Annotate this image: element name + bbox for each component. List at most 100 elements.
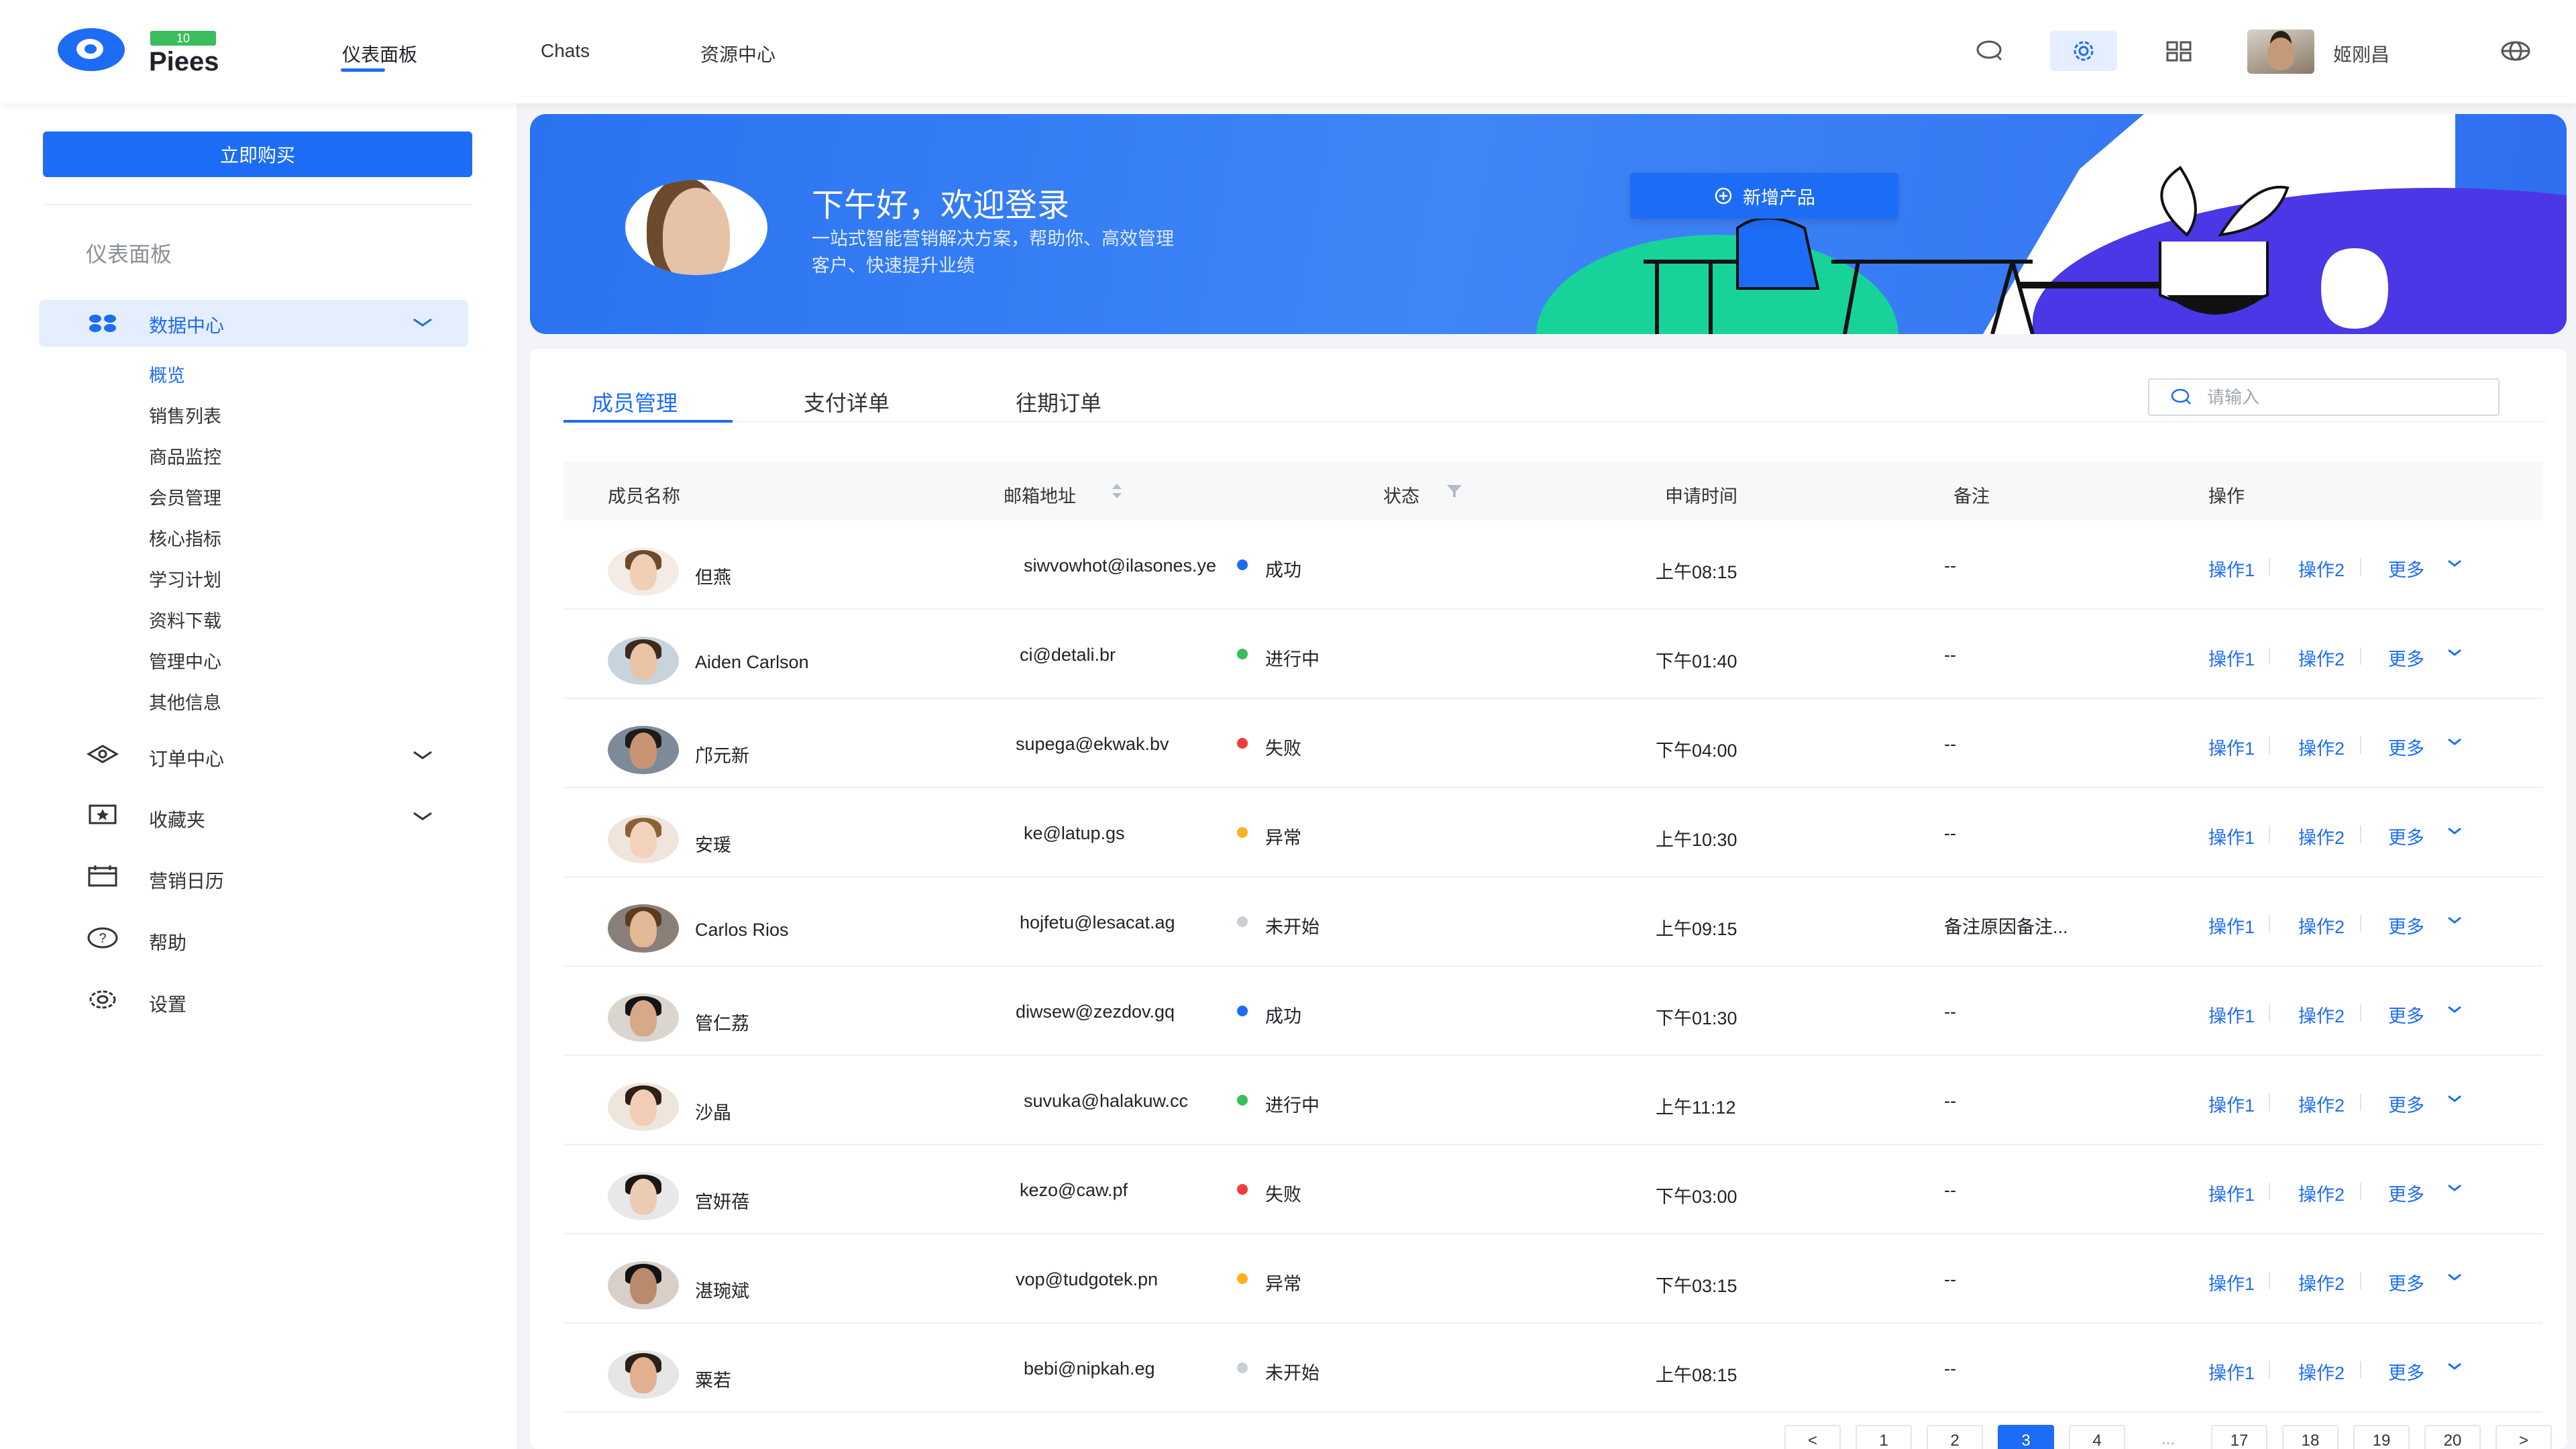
- action-1-link[interactable]: 操作1: [2208, 1358, 2255, 1385]
- chevron-down-icon[interactable]: [409, 745, 436, 765]
- globe-icon[interactable]: [2482, 31, 2549, 71]
- page-button[interactable]: 18: [2282, 1425, 2339, 1449]
- action-2-link[interactable]: 操作2: [2298, 912, 2345, 938]
- page-button[interactable]: 3: [1998, 1425, 2054, 1449]
- action-2-link[interactable]: 操作2: [2298, 1358, 2345, 1385]
- tab-payment-details[interactable]: 支付详单: [804, 386, 890, 417]
- action-1-link[interactable]: 操作1: [2208, 1269, 2255, 1295]
- more-actions-link[interactable]: 更多: [2388, 1002, 2424, 1028]
- table-row[interactable]: 但燕 siwvowhot@ilasones.ye 成功 上午08:15 -- 操作1 操作2…: [564, 521, 2542, 610]
- action-2-link[interactable]: 操作2: [2298, 1091, 2345, 1117]
- page-button[interactable]: 4: [2069, 1425, 2125, 1449]
- sidebar-item-favorites[interactable]: 收藏夹: [149, 806, 205, 833]
- chevron-down-icon[interactable]: [2445, 735, 2465, 749]
- action-1-link[interactable]: 操作1: [2208, 734, 2255, 760]
- buy-now-button[interactable]: 立即购买: [43, 131, 472, 177]
- action-2-link[interactable]: 操作2: [2298, 645, 2345, 671]
- chevron-down-icon[interactable]: [2445, 1360, 2465, 1373]
- sidebar-item-sales-list[interactable]: 销售列表: [149, 402, 221, 428]
- more-actions-link[interactable]: 更多: [2388, 645, 2424, 671]
- more-actions-link[interactable]: 更多: [2388, 1091, 2424, 1117]
- sidebar-item-help[interactable]: 帮助: [149, 928, 186, 955]
- action-1-link[interactable]: 操作1: [2208, 912, 2255, 938]
- more-actions-link[interactable]: 更多: [2388, 734, 2424, 760]
- banner-illustration: [1644, 166, 2388, 334]
- table-row[interactable]: 邝元新 supega@ekwak.bv 失败 下午04:00 -- 操作1 操作2 更多: [564, 699, 2542, 788]
- more-actions-link[interactable]: 更多: [2388, 823, 2424, 849]
- chevron-down-icon[interactable]: [2445, 1271, 2465, 1284]
- chevron-down-icon[interactable]: [2445, 557, 2465, 570]
- table-row[interactable]: 湛琬斌 vop@tudgotek.pn 异常 下午03:15 -- 操作1 操作2 更多: [564, 1234, 2542, 1324]
- chevron-down-icon[interactable]: [2445, 646, 2465, 659]
- more-actions-link[interactable]: 更多: [2388, 1269, 2424, 1295]
- more-actions-link[interactable]: 更多: [2388, 555, 2424, 582]
- user-avatar[interactable]: [2247, 30, 2314, 74]
- action-2-link[interactable]: 操作2: [2298, 1002, 2345, 1028]
- table-row[interactable]: 管仁荔 diwsew@zezdov.gq 成功 下午01:30 -- 操作1 操作2 更多: [564, 967, 2542, 1056]
- sidebar-item-admin-center[interactable]: 管理中心: [149, 647, 221, 674]
- add-product-button[interactable]: 新增产品: [1630, 173, 1898, 219]
- settings-icon[interactable]: [2050, 31, 2117, 71]
- user-name[interactable]: 姬刚昌: [2333, 40, 2390, 67]
- page-button[interactable]: 20: [2424, 1425, 2481, 1449]
- action-1-link[interactable]: 操作1: [2208, 645, 2255, 671]
- topnav-chats[interactable]: Chats: [541, 40, 590, 62]
- topnav-resource-center[interactable]: 资源中心: [700, 40, 775, 67]
- tab-past-orders[interactable]: 往期订单: [1016, 386, 1102, 417]
- table-row[interactable]: 粟若 bebi@nipkah.eg 未开始 上午08:15 -- 操作1 操作2 更多: [564, 1324, 2542, 1413]
- chevron-down-icon[interactable]: [409, 806, 436, 826]
- member-email: hojfetu@lesacat.ag: [1020, 912, 1175, 932]
- filter-icon[interactable]: [1445, 482, 1464, 500]
- table-row[interactable]: Aiden Carlson ci@detali.br 进行中 下午01:40 -- 操作1…: [564, 610, 2542, 699]
- search-input[interactable]: [2207, 386, 2475, 408]
- action-2-link[interactable]: 操作2: [2298, 734, 2345, 760]
- action-2-link[interactable]: 操作2: [2298, 823, 2345, 849]
- column-header-email[interactable]: 邮箱地址: [1004, 482, 1076, 508]
- welcome-avatar: [625, 180, 767, 275]
- table-row[interactable]: 宫妍蓓 kezo@caw.pf 失败 下午03:00 -- 操作1 操作2 更多: [564, 1145, 2542, 1234]
- page-button[interactable]: 19: [2353, 1425, 2410, 1449]
- sidebar-item-member-management[interactable]: 会员管理: [149, 484, 221, 510]
- search-box[interactable]: [2148, 378, 2500, 416]
- sidebar-item-other-info[interactable]: 其他信息: [149, 688, 221, 714]
- sidebar-item-orders[interactable]: 订单中心: [149, 745, 224, 771]
- more-actions-link[interactable]: 更多: [2388, 912, 2424, 938]
- sidebar-item-product-monitor[interactable]: 商品监控: [149, 443, 221, 469]
- grid-icon[interactable]: [2145, 31, 2212, 71]
- action-2-link[interactable]: 操作2: [2298, 1269, 2345, 1295]
- action-1-link[interactable]: 操作1: [2208, 1002, 2255, 1028]
- table-row[interactable]: 安瑗 ke@latup.gs 异常 上午10:30 -- 操作1 操作2 更多: [564, 788, 2542, 877]
- brand-logo-icon[interactable]: [58, 28, 125, 71]
- sidebar-item-overview[interactable]: 概览: [149, 361, 185, 387]
- table-row[interactable]: 沙晶 suvuka@halakuw.cc 进行中 上午11:12 -- 操作1 操作2 更多: [564, 1056, 2542, 1145]
- next-page-button[interactable]: >: [2496, 1425, 2552, 1449]
- sidebar-item-settings[interactable]: 设置: [149, 990, 186, 1017]
- chevron-down-icon[interactable]: [2445, 914, 2465, 927]
- sidebar-item-marketing-calendar[interactable]: 营销日历: [149, 867, 224, 894]
- tab-member-management[interactable]: 成员管理: [592, 386, 678, 417]
- sidebar-item-study-plan[interactable]: 学习计划: [149, 566, 221, 592]
- chevron-down-icon[interactable]: [409, 313, 436, 333]
- action-1-link[interactable]: 操作1: [2208, 555, 2255, 582]
- action-1-link[interactable]: 操作1: [2208, 1091, 2255, 1117]
- more-actions-link[interactable]: 更多: [2388, 1358, 2424, 1385]
- chevron-down-icon[interactable]: [2445, 824, 2465, 838]
- action-2-link[interactable]: 操作2: [2298, 555, 2345, 582]
- sort-icon[interactable]: [1110, 482, 1124, 500]
- sidebar-item-core-metrics[interactable]: 核心指标: [149, 525, 221, 551]
- prev-page-button[interactable]: <: [1784, 1425, 1841, 1449]
- sidebar-item-downloads[interactable]: 资料下载: [149, 606, 221, 633]
- table-row[interactable]: Carlos Rios hojfetu@lesacat.ag 未开始 上午09:15 备…: [564, 877, 2542, 967]
- action-1-link[interactable]: 操作1: [2208, 823, 2255, 849]
- page-button[interactable]: 2: [1927, 1425, 1983, 1449]
- search-icon[interactable]: [1956, 31, 2023, 71]
- action-2-link[interactable]: 操作2: [2298, 1180, 2345, 1206]
- chevron-down-icon[interactable]: [2445, 1092, 2465, 1106]
- page-button[interactable]: 17: [2211, 1425, 2267, 1449]
- chevron-down-icon[interactable]: [2445, 1181, 2465, 1195]
- action-1-link[interactable]: 操作1: [2208, 1180, 2255, 1206]
- chevron-down-icon[interactable]: [2445, 1003, 2465, 1016]
- page-button[interactable]: 1: [1856, 1425, 1912, 1449]
- more-actions-link[interactable]: 更多: [2388, 1180, 2424, 1206]
- topnav-dashboard[interactable]: 仪表面板: [342, 40, 417, 67]
